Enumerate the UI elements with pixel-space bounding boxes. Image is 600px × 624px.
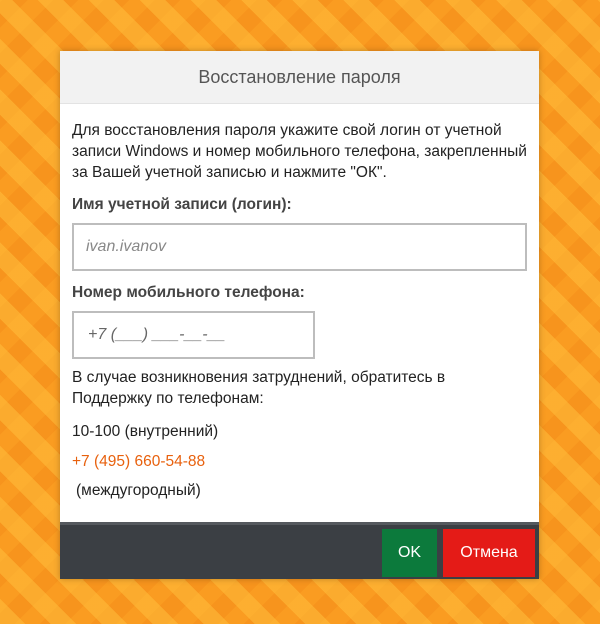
password-recovery-dialog: Восстановление пароля Для восстановления… [60, 51, 539, 579]
login-input[interactable] [72, 223, 527, 271]
dialog-header: Восстановление пароля [60, 51, 539, 104]
support-help-text: В случае возникновения затруднений, обра… [72, 369, 446, 407]
dialog-footer: OK Отмена [60, 522, 539, 579]
phone-label: Номер мобильного телефона: [72, 284, 305, 301]
login-label: Имя учетной записи (логин): [72, 196, 292, 213]
external-phone-note: (междугородный) [76, 482, 201, 499]
instructions-text: Для восстановления пароля укажите свой л… [72, 122, 527, 181]
dialog-body: Для восстановления пароля укажите свой л… [60, 104, 539, 500]
cancel-button[interactable]: Отмена [443, 529, 535, 577]
ok-button[interactable]: OK [382, 529, 437, 577]
external-phone-link[interactable]: +7 (495) 660-54-88 [72, 453, 205, 471]
phone-input[interactable] [72, 311, 315, 359]
internal-phone: 10-100 (внутренний) [72, 423, 219, 440]
dialog-title: Восстановление пароля [198, 66, 401, 87]
